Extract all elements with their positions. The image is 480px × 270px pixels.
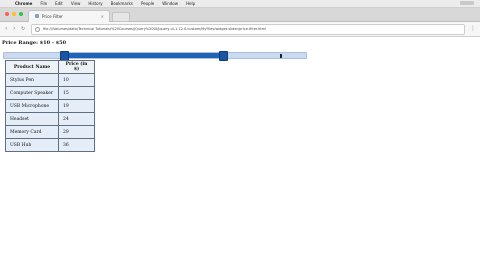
table-row: Memory Card 29	[5, 125, 95, 139]
price-cell: 24	[58, 112, 95, 126]
price-cell: 15	[58, 86, 95, 100]
tab-strip: Price Filter ×	[0, 8, 480, 22]
forward-icon[interactable]: ›	[13, 25, 15, 33]
table-row: Computer Speaker 15	[5, 86, 95, 100]
table-row: USB Hub 36	[5, 138, 95, 152]
price-range-label: Price Range: $10 - $50	[2, 40, 67, 46]
browser-toolbar: ‹ › ↻ file:///Volumes/data/Technical Tut…	[0, 22, 480, 37]
page-favicon-icon	[35, 14, 39, 18]
slider-selected-range	[63, 53, 223, 58]
products-table: Product Name Price (in $) Stylus Pen 10 …	[5, 60, 95, 152]
table-row: Headset 24	[5, 112, 95, 126]
product-name-cell: USB Microphone	[5, 99, 59, 113]
page-info-icon[interactable]	[35, 26, 40, 32]
menu-items: Chrome File Edit View History Bookmarks …	[15, 0, 195, 7]
price-cell: 10	[58, 73, 95, 87]
menu-chrome[interactable]: Chrome	[15, 0, 32, 7]
mouse-cursor	[280, 54, 282, 58]
product-name-cell: USB Hub	[5, 138, 59, 152]
tab-price-filter[interactable]: Price Filter ×	[28, 10, 110, 22]
reload-icon[interactable]: ↻	[21, 25, 25, 33]
menu-people[interactable]: People	[141, 0, 154, 7]
menu-help[interactable]: Help	[186, 0, 195, 7]
mac-menubar: Chrome File Edit View History Bookmarks …	[0, 0, 480, 8]
menu-bookmarks[interactable]: Bookmarks	[111, 0, 133, 7]
price-cell: 19	[58, 99, 95, 113]
menu-file[interactable]: File	[40, 0, 47, 7]
price-cell: 36	[58, 138, 95, 152]
menu-edit[interactable]: Edit	[55, 0, 63, 7]
product-name-cell: Memory Card	[5, 125, 59, 139]
browser-menu-icon[interactable]: ⋮	[470, 24, 476, 33]
menu-history[interactable]: History	[88, 0, 102, 7]
column-header-price: Price (in $)	[58, 60, 95, 74]
tab-title: Price Filter	[42, 14, 63, 19]
address-url: file:///Volumes/data/Technical Tutorials…	[43, 27, 267, 31]
tab-close-icon[interactable]: ×	[101, 11, 104, 22]
back-icon[interactable]: ‹	[5, 25, 7, 33]
minimize-window-icon[interactable]	[12, 12, 16, 16]
price-range-slider[interactable]	[3, 51, 307, 61]
price-cell: 29	[58, 125, 95, 139]
menu-window[interactable]: Window	[162, 0, 178, 7]
product-name-cell: Computer Speaker	[5, 86, 59, 100]
new-tab-button[interactable]	[112, 12, 130, 22]
status-icons[interactable]	[460, 1, 474, 5]
table-header-row: Product Name Price (in $)	[5, 60, 95, 74]
menu-view[interactable]: View	[71, 0, 81, 7]
slider-max-handle[interactable]	[219, 51, 228, 61]
close-window-icon[interactable]	[5, 12, 9, 16]
table-row: USB Microphone 19	[5, 99, 95, 113]
product-name-cell: Headset	[5, 112, 59, 126]
zoom-window-icon[interactable]	[19, 12, 23, 16]
product-name-cell: Stylus Pen	[5, 73, 59, 87]
column-header-product-name: Product Name	[5, 60, 59, 74]
address-bar[interactable]: file:///Volumes/data/Technical Tutorials…	[31, 24, 465, 35]
table-row: Stylus Pen 10	[5, 73, 95, 87]
window-controls	[5, 12, 23, 16]
